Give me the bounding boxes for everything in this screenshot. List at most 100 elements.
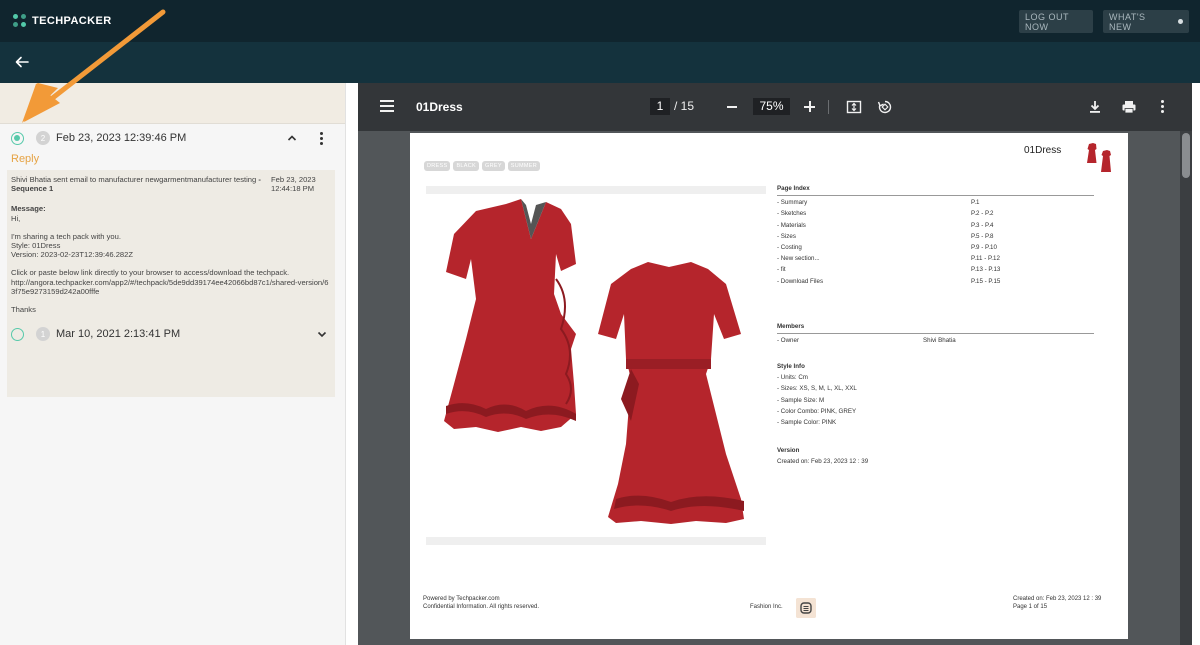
section-pages: P.5 - P.8 <box>971 232 994 240</box>
page-index-section: Page Index - Summary P.1 - Sketches P.2 - … <box>777 183 1094 287</box>
message-signoff: Thanks <box>11 305 36 315</box>
more-options-icon[interactable] <box>1161 100 1165 114</box>
toolbar-divider <box>828 100 829 114</box>
style-info-row: - Color Combo: PINK, GREY <box>777 407 857 415</box>
selected-radio-icon[interactable] <box>11 132 24 145</box>
image-bottom-bar <box>426 537 766 545</box>
version-number-badge: 1 <box>36 327 50 341</box>
notification-dot-icon <box>1178 19 1183 24</box>
chevron-down-icon[interactable] <box>317 329 327 339</box>
history-item[interactable]: 2 Feb 23, 2023 12:39:46 PM <box>0 124 346 152</box>
pdf-title: 01Dress <box>416 100 463 114</box>
style-info-title: Style Info <box>777 363 805 370</box>
footer-page-number: Page 1 of 15 <box>1013 604 1048 610</box>
history-panel-header <box>0 83 345 124</box>
footer-right: Created on: Feb 23, 2023 12 : 39 Page 1 … <box>1013 595 1101 611</box>
page-total: / 15 <box>674 99 695 113</box>
page-index-row[interactable]: - Summary P.1 <box>777 197 1094 208</box>
section-name: - New section... <box>777 255 820 263</box>
section-name: - Sizes <box>777 232 796 240</box>
style-info-row: - Sample Color: PINK <box>777 418 837 426</box>
shared-link[interactable]: http://angora.techpacker.com/app2/#/tech… <box>11 278 331 296</box>
section-pages: P.1 <box>971 199 980 207</box>
message-version: Version: 2023-02-23T12:39:46.282Z <box>11 250 134 260</box>
reply-link[interactable]: Reply <box>11 153 39 165</box>
member-row: - Owner Shivi Bhatia <box>777 335 1094 346</box>
scrollbar-thumb[interactable] <box>1182 133 1190 178</box>
section-pages: P.15 - P.15 <box>971 277 1001 285</box>
brand-name: TECHPACKER <box>32 14 112 27</box>
message-header-text: Shivi Bhatia sent email to manufacturer … <box>11 175 257 184</box>
members-section: Members - Owner Shivi Bhatia <box>777 321 1094 346</box>
page-index-row[interactable]: - Sketches P.2 - P.2 <box>777 208 1094 219</box>
message-sent-datetime: Feb 23, 2023 12:44:18 PM <box>271 175 331 193</box>
history-item[interactable]: 1 Mar 10, 2021 2:13:41 PM <box>0 320 346 348</box>
page-index-row[interactable]: - Download Files P.15 - P.15 <box>777 276 1094 287</box>
whats-new-button[interactable]: WHAT'S NEW <box>1103 10 1189 33</box>
scrollbar[interactable] <box>1180 131 1192 645</box>
back-arrow-icon[interactable] <box>14 54 30 70</box>
tag: DRESS <box>424 161 451 171</box>
zoom-in-icon[interactable] <box>804 101 815 112</box>
pdf-page: 01Dress DRESS BLACK GREY SUMMER Page Ind… <box>410 133 1128 639</box>
tag: SUMMER <box>507 161 541 171</box>
zoom-out-icon[interactable] <box>727 106 737 108</box>
dress-thumbnail-icon <box>1087 143 1111 172</box>
message-line: I'm sharing a tech pack with you. <box>11 231 121 241</box>
section-pages: P.3 - P.4 <box>971 221 994 229</box>
company-logo-icon <box>796 598 816 618</box>
section-pages: P.11 - P.12 <box>971 255 1000 263</box>
logout-button[interactable]: LOG OUT NOW <box>1019 10 1093 33</box>
whats-new-label: WHAT'S NEW <box>1109 11 1146 32</box>
pdf-toolbar: 01Dress 1 / 15 75% <box>358 83 1192 131</box>
section-name: - Sketches <box>777 210 807 218</box>
footer-created: Created on: Feb 23, 2023 12 : 39 <box>1013 596 1102 602</box>
techpack-title: 01Dress <box>1024 145 1062 156</box>
section-pages: P.2 - P.2 <box>971 210 994 218</box>
brand-logo[interactable]: TECHPACKER <box>13 14 112 27</box>
message-sent-date: Feb 23, 2023 <box>271 175 316 184</box>
version-section: Version Created on: Feb 23, 2023 12 : 39 <box>777 445 868 467</box>
company-name: Fashion Inc. <box>750 604 783 610</box>
techpacker-logo-icon <box>13 14 26 27</box>
print-icon[interactable] <box>1121 99 1137 115</box>
image-top-bar <box>426 186 766 194</box>
page-index-row[interactable]: - Sizes P.5 - P.8 <box>777 231 1094 242</box>
members-title: Members <box>777 323 805 330</box>
section-name: - Materials <box>777 221 806 229</box>
hamburger-menu-icon[interactable] <box>380 100 394 112</box>
message-instruction: Click or paste below link directly to yo… <box>11 268 290 278</box>
page-index-row[interactable]: - fit P.13 - P.13 <box>777 264 1094 275</box>
version-history-panel: 2 Feb 23, 2023 12:39:46 PM Reply Shivi B… <box>0 83 346 645</box>
page-index-row[interactable]: - Materials P.3 - P.4 <box>777 220 1094 231</box>
chevron-up-icon[interactable] <box>287 133 297 143</box>
style-info-section: Style Info - Units: Cm - Sizes: XS, S, M… <box>777 361 857 428</box>
version-number-badge: 2 <box>36 131 50 145</box>
style-info-row: - Sample Size: M <box>777 396 825 404</box>
confidential-note: Confidential Information. All rights res… <box>423 604 540 610</box>
member-role: - Owner <box>777 337 800 345</box>
page-number-input[interactable]: 1 <box>650 98 670 115</box>
kebab-menu-icon[interactable] <box>319 132 325 146</box>
tag-list: DRESS BLACK GREY SUMMER <box>424 161 541 171</box>
radio-icon[interactable] <box>11 328 24 341</box>
version-title: Version <box>777 447 800 454</box>
message-label: Message: <box>11 204 46 214</box>
rotate-icon[interactable] <box>877 99 893 115</box>
message-style: Style: 01Dress <box>11 241 61 251</box>
tag: GREY <box>482 161 505 171</box>
section-pages: P.13 - P.13 <box>971 266 1001 274</box>
message-sent-time: 12:44:18 PM <box>271 184 315 194</box>
zoom-level-input[interactable]: 75% <box>753 98 790 115</box>
dress-sketch-image <box>444 199 744 524</box>
page-index-row[interactable]: - Costing P.9 - P.10 <box>777 242 1094 253</box>
download-icon[interactable] <box>1087 99 1103 115</box>
powered-by: Powered by Techpacker.com <box>423 596 500 602</box>
page-index-row[interactable]: - New section... P.11 - P.12 <box>777 253 1094 264</box>
history-item-date: Mar 10, 2021 2:13:41 PM <box>56 328 181 340</box>
style-info-row: - Units: Cm <box>777 374 808 382</box>
section-name: - Download Files <box>777 277 824 285</box>
tag: BLACK <box>453 161 479 171</box>
sub-bar <box>0 42 1200 83</box>
fit-page-icon[interactable] <box>846 99 862 115</box>
